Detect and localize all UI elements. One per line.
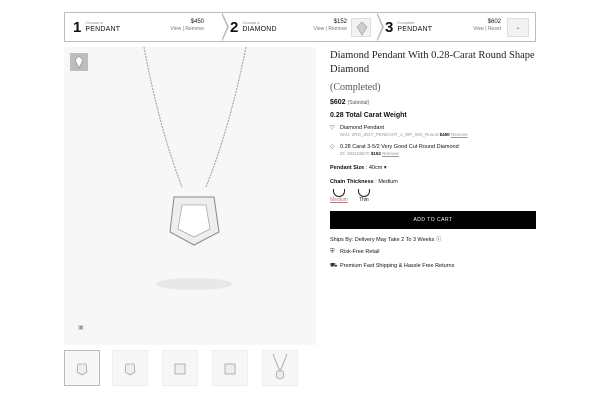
step-diamond[interactable]: 2 Choose a DIAMOND $152 View | Remove (222, 12, 384, 42)
chevron-down-icon: ▾ (383, 164, 387, 171)
step-caption: Choose a (242, 20, 260, 25)
shield-icon: ⛨ (330, 248, 335, 255)
option-label: Medium (330, 196, 348, 203)
step-divider (376, 12, 384, 42)
step-divider (221, 12, 229, 42)
sku-label: SKU: (340, 132, 351, 138)
sku-value: 2RG_0017_PENDANT_1_WP_WG_Round (351, 132, 439, 138)
product-status: (Completed) (330, 82, 381, 93)
line-item-title: 0.28 Carat 3-5/2 Very Good Cut Round Dia… (340, 143, 459, 150)
thumbnail-2[interactable] (112, 350, 148, 386)
pendant-size-select[interactable]: Pendant Size : 40cm ▾ (330, 165, 536, 171)
reset-link[interactable]: Reset (488, 26, 501, 32)
line-item-price: $152 (370, 151, 381, 157)
pendant-size-value: 40cm (368, 164, 383, 171)
total-carat-weight: 0.28 Total Carat Weight (330, 112, 407, 119)
step-caption: Complete (397, 20, 415, 25)
chain-thickness-value: Medium (378, 178, 398, 185)
step-price: $152 (333, 19, 347, 25)
subtotal-price: $602 (330, 99, 346, 106)
step-price: $450 (190, 19, 204, 25)
product-title: Diamond Pendant With 0.28-Carat Round Sh… (330, 50, 535, 75)
step-title: DIAMOND (242, 26, 277, 33)
remove-link[interactable]: Remove (328, 26, 347, 32)
step-number: 2 (230, 18, 239, 36)
chevron-down-icon[interactable]: ⌄ (507, 18, 529, 37)
line-item-title: Diamond Pendant (340, 125, 385, 131)
product-info: Diamond Pendant With 0.28-Carat Round Sh… (330, 49, 536, 270)
line-item-price: $450 (439, 132, 450, 138)
chain-thickness: Chain Thickness : Medium (330, 178, 398, 185)
diamond-thumbnail (351, 18, 371, 37)
line-item-pendant: ▽ Diamond Pendant SKU: 2RG_0017_PENDANT_… (330, 125, 536, 138)
shipping-text: Ships By: Delivery May Take 2 To 3 Weeks (330, 236, 435, 243)
view-link[interactable]: View (171, 26, 182, 32)
pendant-image (143, 47, 247, 290)
shipping-info: Ships By: Delivery May Take 2 To 3 Weeks… (330, 235, 536, 243)
thumbnail-4[interactable] (212, 350, 248, 386)
info-icon[interactable]: ⓘ (436, 237, 442, 243)
product-main-image: ▣ (64, 47, 316, 345)
thumbnail-1[interactable] (64, 350, 100, 386)
feature-text: Premium Fast Shipping & Hassle Free Retu… (340, 262, 455, 269)
feature-text: Risk-Free Retail (340, 249, 380, 256)
view-link[interactable]: View (473, 26, 484, 32)
step-pendant[interactable]: 1 Choose a PENDANT $450 View | Remove (65, 12, 229, 42)
step-number: 3 (385, 18, 394, 36)
step-price: $602 (487, 19, 501, 25)
step-title: PENDANT (397, 26, 433, 33)
step-number: 1 (73, 18, 82, 36)
pendant-size-label: Pendant Size (330, 164, 365, 171)
pendant-icon: ▽ (330, 125, 335, 131)
feature-risk-free: ⛨ Risk-Free Retail (330, 249, 536, 256)
expand-icon[interactable]: ▣ (78, 324, 84, 331)
thumbnail-5[interactable] (262, 350, 298, 386)
thickness-option-medium[interactable]: Medium (330, 188, 348, 203)
thumbnail-3[interactable] (162, 350, 198, 386)
chain-thin-icon (357, 188, 370, 197)
subtotal-label: (Subtotal) (347, 100, 370, 106)
feature-shipping: ⛟ Premium Fast Shipping & Hassle Free Re… (330, 262, 536, 270)
thumbnail-strip (64, 350, 316, 386)
view-link[interactable]: View (314, 26, 325, 32)
chain-medium-icon (332, 188, 345, 197)
chain-thickness-label: Chain Thickness (330, 178, 374, 185)
progress-steps: 1 Choose a PENDANT $450 View | Remove 2 … (64, 12, 536, 42)
step-complete[interactable]: 3 Complete PENDANT $602 View | Reset ⌄ (377, 13, 535, 41)
add-to-cart-button[interactable]: ADD TO CART (330, 210, 536, 229)
step-caption: Choose a (85, 20, 103, 25)
truck-icon: ⛟ (330, 262, 338, 269)
thickness-option-thin[interactable]: Thin (357, 188, 370, 203)
line-item-diamond: ◇ 0.28 Carat 3-5/2 Very Good Cut Round D… (330, 144, 536, 157)
thickness-options: Medium Thin (330, 188, 536, 203)
sku-value: 383198570 (347, 151, 370, 157)
remove-link[interactable]: Remove (382, 151, 399, 156)
remove-link[interactable]: Remove (185, 26, 204, 32)
diamond-icon: ◇ (330, 143, 335, 150)
sku-label: ID: (340, 151, 346, 157)
remove-link[interactable]: Remove (451, 132, 468, 137)
subtotal: $602 (Subtotal) (330, 99, 536, 106)
option-label: Thin (358, 196, 369, 203)
step-title: PENDANT (85, 26, 121, 33)
